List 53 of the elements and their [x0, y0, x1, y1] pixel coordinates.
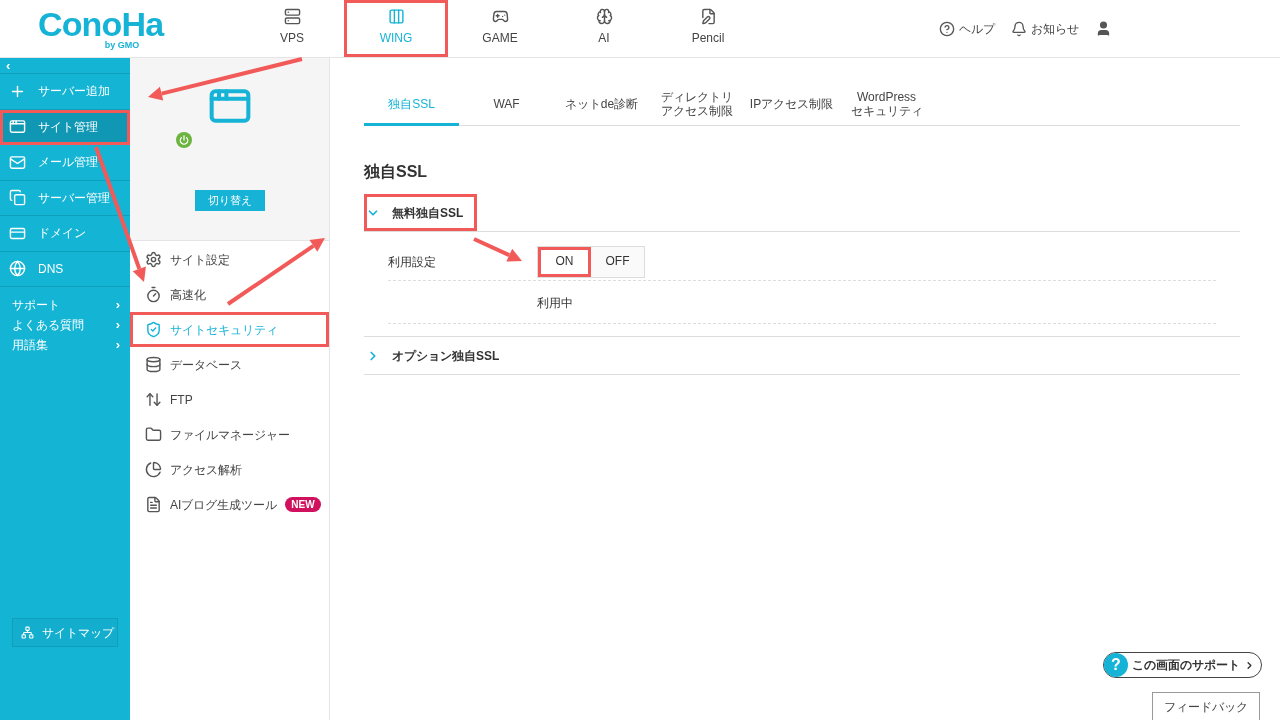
- security-tab[interactable]: WAF: [459, 84, 554, 126]
- setting-label: 利用設定: [388, 254, 437, 271]
- site-menu-item[interactable]: FTP: [130, 382, 329, 417]
- security-tab[interactable]: ネットde診断: [554, 84, 649, 126]
- support-button[interactable]: ? この画面のサポート: [1103, 652, 1262, 678]
- stopwatch-icon: [145, 286, 162, 303]
- database-icon: [145, 356, 162, 373]
- accordion-header[interactable]: オプション独自SSL: [364, 337, 514, 374]
- security-tab[interactable]: ディレクトリ アクセス制限: [649, 84, 744, 126]
- pie-chart-icon: [145, 461, 162, 478]
- server-panels-icon: [9, 189, 26, 207]
- folder-icon: [145, 426, 162, 443]
- window-icon: [9, 118, 26, 136]
- status-text: 利用中: [537, 296, 573, 310]
- security-tab[interactable]: WordPress セキュリティ: [839, 84, 934, 126]
- help-badge: ?: [1104, 653, 1128, 677]
- toggle-option[interactable]: ON: [538, 247, 591, 277]
- mail-icon: [9, 153, 26, 171]
- site-menu-item[interactable]: データベース: [130, 347, 329, 382]
- up-down-arrows-icon: [145, 391, 162, 408]
- settings-icon: [145, 251, 162, 268]
- user-icon[interactable]: [1095, 20, 1112, 37]
- site-menu-item[interactable]: 高速化: [130, 277, 329, 312]
- section-title: 独自SSL: [364, 162, 429, 182]
- header-link[interactable]: お知らせ: [1011, 19, 1079, 38]
- nav-tab[interactable]: GAME: [448, 0, 552, 57]
- site-menu-item[interactable]: ファイルマネージャー: [130, 417, 329, 452]
- bell-icon: [1011, 20, 1027, 37]
- sitemap-icon: [21, 626, 34, 639]
- security-tab[interactable]: IPアクセス制限: [744, 84, 839, 126]
- annotation-arrow: [473, 237, 522, 262]
- brain-icon: [595, 7, 613, 25]
- help-icon: [939, 20, 955, 37]
- nav-tab[interactable]: Pencil: [656, 0, 760, 57]
- logo-text: ConoHa: [38, 7, 164, 41]
- server-icon: [283, 7, 301, 25]
- document-pen-icon: [699, 7, 717, 25]
- toggle-option[interactable]: OFF: [591, 247, 644, 277]
- accordion-header[interactable]: 無料独自SSL: [364, 194, 478, 231]
- nav-tab[interactable]: VPS: [240, 0, 344, 57]
- new-badge: NEW: [285, 497, 321, 512]
- shield-check-icon: [145, 321, 162, 338]
- feedback-button[interactable]: フィードバック: [1152, 692, 1260, 720]
- panels-icon: [387, 7, 405, 25]
- nav-tab[interactable]: AI: [552, 0, 656, 57]
- header-link[interactable]: ヘルプ: [939, 19, 995, 38]
- site-menu-item[interactable]: サイト設定: [130, 242, 329, 277]
- site-menu-item[interactable]: アクセス解析: [130, 452, 329, 487]
- logo-subtext: by GMO: [104, 41, 140, 50]
- globe-icon: [9, 260, 26, 278]
- document-icon: [145, 496, 162, 513]
- chevron-right-icon: [1244, 659, 1255, 671]
- site-menu-item[interactable]: AIブログ生成ツール NEW: [130, 487, 329, 522]
